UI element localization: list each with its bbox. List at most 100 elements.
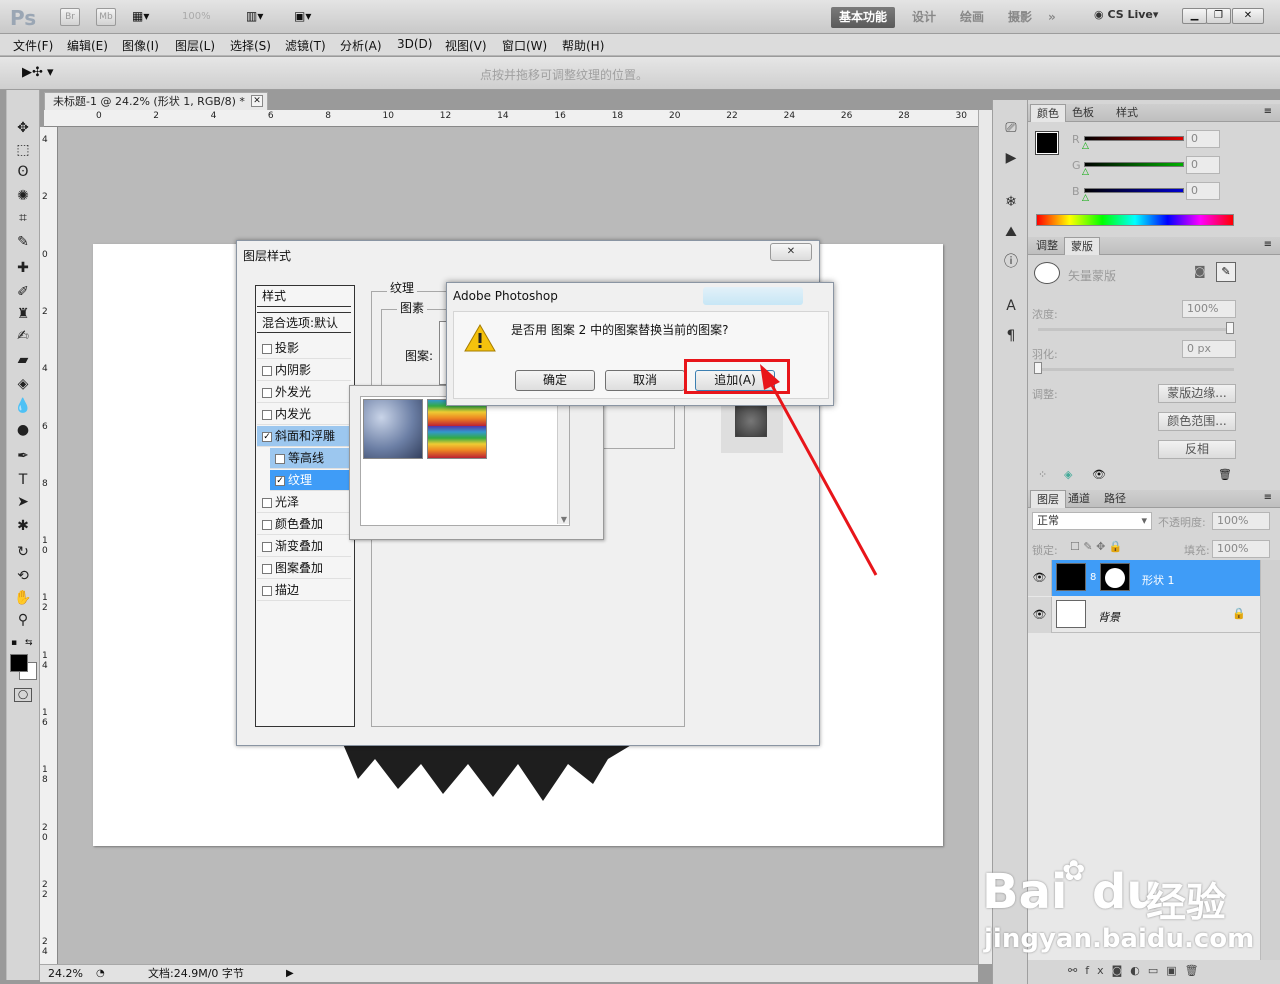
minimize-button[interactable]: ▁ — [1182, 8, 1207, 24]
style-item[interactable]: 图案叠加 — [257, 558, 351, 579]
eyedropper-tool-icon[interactable]: ✎ — [12, 232, 34, 252]
apply-mask-icon[interactable]: ◈ — [1064, 468, 1072, 481]
lock-icons[interactable]: ☐ ✎ ✥ 🔒 — [1070, 540, 1122, 553]
tab-adjustments[interactable]: 调整 — [1030, 237, 1064, 255]
style-checkbox[interactable] — [275, 453, 285, 464]
style-item[interactable]: 描边 — [257, 580, 351, 601]
channel-value-input[interactable]: 0 — [1186, 130, 1220, 148]
3d-orbit-icon[interactable]: ⟲ — [12, 566, 34, 586]
style-checkbox[interactable] — [262, 585, 272, 596]
scroll-down-icon[interactable]: ▼ — [558, 515, 570, 524]
style-checkbox[interactable] — [262, 409, 272, 420]
style-item[interactable]: ✓ 斜面和浮雕 — [257, 426, 351, 447]
channel-slider[interactable] — [1084, 162, 1184, 167]
3d-rotate-icon[interactable]: ↻ — [12, 542, 34, 562]
history-brush-icon[interactable]: ✍ — [12, 326, 34, 346]
clone-stamp-icon[interactable]: ♜ — [12, 304, 34, 324]
masks-panel-menu-icon[interactable]: ≡ — [1264, 239, 1272, 250]
dodge-tool-icon[interactable]: ● — [12, 420, 34, 440]
tab-color[interactable]: 颜色 — [1030, 104, 1066, 122]
feather-input[interactable]: 0 px — [1182, 340, 1236, 358]
style-item[interactable]: 内阴影 — [257, 360, 351, 381]
style-checkbox[interactable] — [262, 497, 272, 508]
lasso-tool-icon[interactable]: ʘ — [12, 162, 34, 182]
style-item[interactable]: 光泽 — [257, 492, 351, 513]
zoom-level[interactable]: 24.2% — [48, 966, 83, 982]
style-checkbox[interactable]: ✓ — [262, 431, 272, 442]
paragraph-panel-icon[interactable]: ¶ — [1001, 326, 1021, 346]
menu-filter[interactable]: 滤镜(T) — [285, 37, 326, 54]
layer-style-close-button[interactable]: ✕ — [770, 243, 812, 261]
quick-select-tool-icon[interactable]: ✺ — [12, 186, 34, 206]
menu-edit[interactable]: 编辑(E) — [67, 37, 108, 54]
move-tool-icon[interactable]: ✥ — [12, 118, 34, 138]
zoom-dropdown[interactable]: 100% — [182, 11, 211, 22]
menu-view[interactable]: 视图(V) — [445, 37, 487, 54]
feather-slider[interactable] — [1038, 368, 1234, 371]
color-range-button[interactable]: 颜色范围... — [1158, 412, 1236, 431]
close-button[interactable]: ✕ — [1232, 8, 1264, 24]
feather-slider-handle[interactable] — [1034, 362, 1042, 374]
3d-panel-icon[interactable]: ❄ — [1001, 192, 1021, 212]
style-item[interactable]: 内发光 — [257, 404, 351, 425]
opacity-input[interactable]: 100% — [1212, 512, 1270, 530]
arrange-documents-icon[interactable]: ▥▾ — [246, 9, 263, 23]
style-item[interactable]: 投影 — [257, 338, 351, 359]
add-vector-mask-icon[interactable]: ✎ — [1216, 262, 1236, 282]
style-item[interactable]: 等高线 — [270, 448, 351, 469]
style-checkbox[interactable] — [262, 387, 272, 398]
screen-mode-icon[interactable]: ▣▾ — [294, 9, 311, 23]
navigator-panel-icon[interactable]: ⛰ — [1001, 222, 1021, 242]
slider-handle-icon[interactable]: △ — [1082, 141, 1089, 151]
channel-slider[interactable] — [1084, 136, 1184, 141]
quick-mask-icon[interactable]: ◯ — [14, 688, 32, 702]
workspace-painting[interactable]: 绘画 — [952, 7, 992, 28]
invert-button[interactable]: 反相 — [1158, 440, 1236, 459]
style-checkbox[interactable] — [262, 343, 272, 354]
pen-tool-icon[interactable]: ✒ — [12, 446, 34, 466]
blend-mode-select[interactable]: 正常 ▾ — [1032, 512, 1152, 530]
marquee-tool-icon[interactable]: ⬚ — [12, 140, 34, 160]
mask-visibility-icon[interactable]: 👁 — [1092, 468, 1106, 481]
rainbow-pattern-swatch[interactable] — [427, 399, 487, 459]
channel-value-input[interactable]: 0 — [1186, 182, 1220, 200]
alert-close-button[interactable] — [703, 287, 803, 305]
eye-icon[interactable]: 👁 — [1028, 560, 1052, 596]
cancel-button[interactable]: 取消 — [605, 370, 685, 391]
pixel-mask-icon[interactable]: ◙ — [1194, 264, 1206, 278]
tab-styles[interactable]: 样式 — [1110, 104, 1144, 122]
style-item[interactable]: ✓ 纹理 — [270, 470, 351, 491]
layer-row-shape[interactable]: 👁 8 形状 1 — [1028, 560, 1260, 596]
document-tab[interactable]: 未标题-1 @ 24.2% (形状 1, RGB/8) * ✕ — [44, 92, 268, 110]
status-menu-arrow-icon[interactable]: ▶ — [286, 966, 294, 982]
menu-analysis[interactable]: 分析(A) — [340, 37, 382, 54]
tab-channels[interactable]: 通道 — [1062, 490, 1096, 508]
style-item[interactable]: 外发光 — [257, 382, 351, 403]
status-icon[interactable]: ◔ — [96, 966, 105, 982]
menu-file[interactable]: 文件(F) — [13, 37, 53, 54]
workspace-design[interactable]: 设计 — [904, 7, 944, 28]
slider-handle-icon[interactable]: △ — [1082, 193, 1089, 203]
menu-help[interactable]: 帮助(H) — [562, 37, 604, 54]
blur-tool-icon[interactable]: 💧 — [12, 396, 34, 416]
default-colors-icon[interactable]: ▪ — [11, 638, 21, 648]
tab-paths[interactable]: 路径 — [1098, 490, 1132, 508]
vertical-scrollbar[interactable] — [978, 110, 992, 964]
zoom-tool-icon[interactable]: ⚲ — [12, 610, 34, 630]
tab-swatches[interactable]: 色板 — [1066, 104, 1100, 122]
more-workspaces-icon[interactable]: » — [1040, 7, 1064, 28]
style-checkbox[interactable]: ✓ — [275, 475, 285, 486]
cs-live-button[interactable]: ◉ CS Live▾ — [1094, 8, 1158, 21]
menu-image[interactable]: 图像(I) — [122, 37, 159, 54]
workspace-photography[interactable]: 摄影 — [1000, 7, 1040, 28]
type-tool-icon[interactable]: T — [12, 470, 34, 490]
custom-shape-icon[interactable]: ✱ — [12, 516, 34, 536]
channel-slider[interactable] — [1084, 188, 1184, 193]
paint-bucket-icon[interactable]: ◈ — [12, 374, 34, 394]
brush-tool-icon[interactable]: ✐ — [12, 282, 34, 302]
swap-colors-icon[interactable]: ⇆ — [25, 638, 33, 648]
channel-value-input[interactable]: 0 — [1186, 156, 1220, 174]
view-extras-icon[interactable]: ▦▾ — [132, 9, 160, 25]
style-item[interactable]: 渐变叠加 — [257, 536, 351, 557]
fill-input[interactable]: 100% — [1212, 540, 1270, 558]
